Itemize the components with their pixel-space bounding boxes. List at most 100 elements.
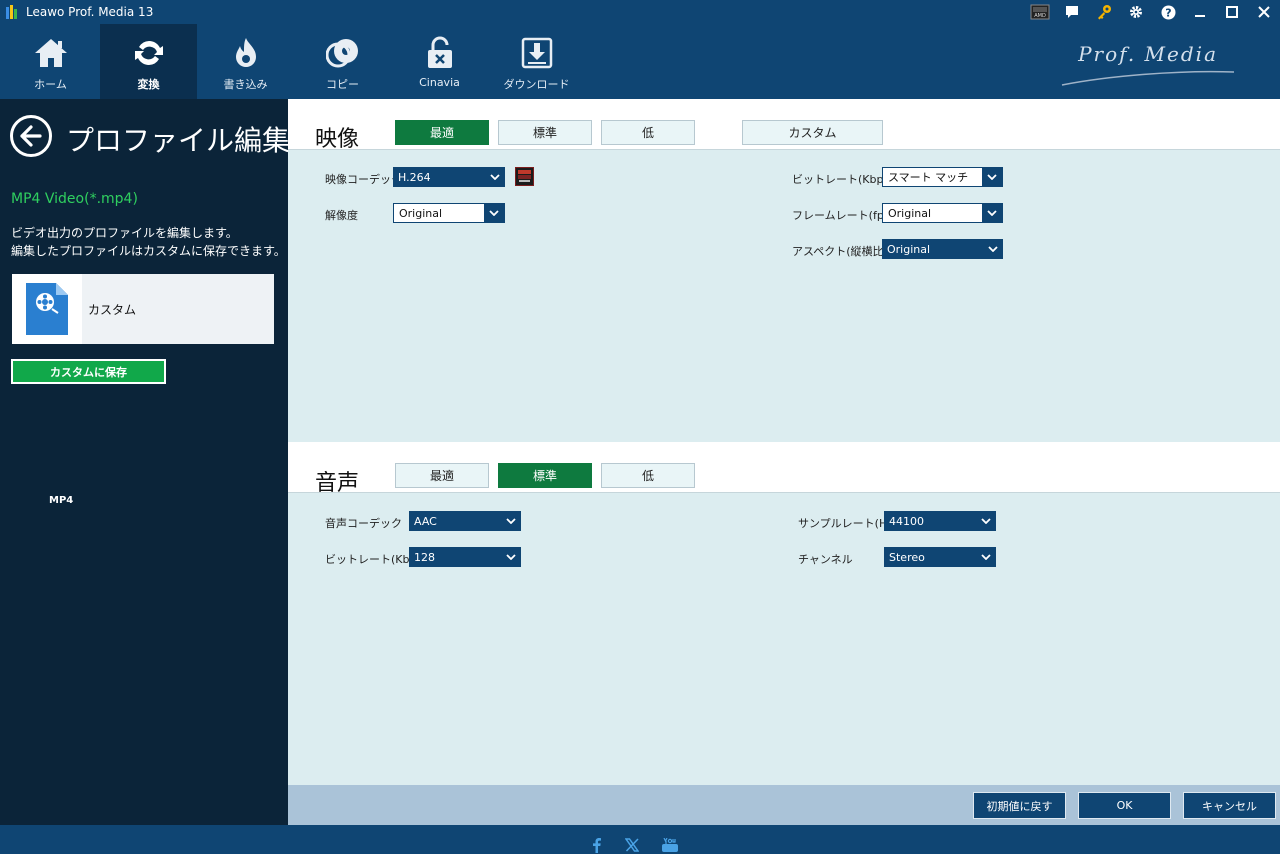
cinavia-icon <box>425 36 455 70</box>
video-preset-standard[interactable]: 標準 <box>498 120 592 145</box>
audio-section-header: 音声 最適 標準 低 <box>288 442 1280 496</box>
amd-accel-icon <box>515 167 534 186</box>
audio-codec-value: AAC <box>414 514 437 528</box>
ok-button[interactable]: OK <box>1078 792 1171 819</box>
help-icon[interactable]: ? <box>1152 0 1184 24</box>
video-custom-button[interactable]: カスタム <box>742 120 883 145</box>
profile-card[interactable]: MP4 カスタム <box>12 274 274 506</box>
feedback-icon[interactable] <box>1056 0 1088 24</box>
audio-codec-label: 音声コーデック <box>325 517 402 530</box>
description-line: ビデオ出力のプロファイルを編集します。 <box>11 226 238 240</box>
samplerate-value: 44100 <box>889 514 924 528</box>
video-preset-low[interactable]: 低 <box>601 120 695 145</box>
framerate-dropdown[interactable]: Original <box>882 203 1003 223</box>
save-custom-button[interactable]: カスタムに保存 <box>11 359 166 384</box>
key-icon[interactable] <box>1088 0 1120 24</box>
profile-label: カスタム <box>88 302 137 317</box>
chevron-down-icon <box>982 168 1002 186</box>
mp4-file-icon: MP4 <box>12 274 82 506</box>
aspect-dropdown[interactable]: Original <box>882 239 1003 259</box>
nav-cinavia[interactable]: Cinavia <box>391 24 488 99</box>
dialog-footer: 初期値に戻す OK キャンセル <box>288 785 1280 825</box>
main-nav: ホーム 変換 書き込み コピー Cinavia ダウンロード Prof. Med… <box>0 24 1280 99</box>
resolution-dropdown[interactable]: Original <box>393 203 505 223</box>
chevron-down-icon <box>501 511 521 531</box>
framerate-value: Original <box>888 206 932 220</box>
facebook-icon[interactable] <box>590 837 602 853</box>
page-title: プロファイル編集 <box>66 124 291 157</box>
audio-codec-dropdown[interactable]: AAC <box>409 511 521 531</box>
aspect-value: Original <box>887 242 931 256</box>
nav-label: Cinavia <box>419 76 460 89</box>
nav-label: 変換 <box>137 78 160 91</box>
audio-bitrate-dropdown[interactable]: 128 <box>409 547 521 567</box>
video-preset-best[interactable]: 最適 <box>395 120 489 145</box>
chevron-down-icon <box>501 547 521 567</box>
nav-download[interactable]: ダウンロード <box>488 24 585 99</box>
video-section-header: 映像 最適 標準 低 カスタム <box>288 99 1280 152</box>
minimize-icon[interactable] <box>1184 0 1216 24</box>
youtube-icon[interactable] <box>661 837 679 853</box>
nav-convert[interactable]: 変換 <box>100 24 197 99</box>
aspect-label: アスペクト(縦横比) <box>792 245 888 258</box>
chevron-down-icon <box>976 511 996 531</box>
svg-text:AMD: AMD <box>1034 13 1046 19</box>
channel-value: Stereo <box>889 550 925 564</box>
video-bitrate-value: スマート マッチ <box>888 171 969 184</box>
channel-dropdown[interactable]: Stereo <box>884 547 996 567</box>
x-twitter-icon[interactable] <box>624 837 640 853</box>
app-logo-icon <box>6 5 20 19</box>
nav-label: ダウンロード <box>503 78 570 91</box>
chevron-down-icon <box>976 547 996 567</box>
maximize-icon[interactable] <box>1216 0 1248 24</box>
cancel-button[interactable]: キャンセル <box>1183 792 1276 819</box>
arrow-left-icon <box>20 125 42 147</box>
divider <box>288 149 1280 150</box>
chevron-down-icon <box>983 239 1003 259</box>
chevron-down-icon <box>982 204 1002 222</box>
video-codec-label: 映像コーデック <box>325 173 402 186</box>
video-codec-value: H.264 <box>398 170 431 184</box>
nav-burn[interactable]: 書き込み <box>197 24 294 99</box>
sidebar: プロファイル編集 MP4 Video(*.mp4) ビデオ出力のプロファイルを編… <box>0 99 291 825</box>
audio-preset-best[interactable]: 最適 <box>395 463 489 488</box>
gear-icon[interactable] <box>1120 0 1152 24</box>
close-icon[interactable] <box>1248 0 1280 24</box>
copy-icon <box>325 36 360 70</box>
audio-preset-standard[interactable]: 標準 <box>498 463 592 488</box>
back-button[interactable] <box>10 115 52 157</box>
channel-label: チャンネル <box>798 553 853 566</box>
nav-label: コピー <box>326 78 359 91</box>
svg-text:?: ? <box>1165 6 1171 19</box>
convert-icon <box>133 36 165 70</box>
description-line: 編集したプロファイルはカスタムに保存できます。 <box>11 244 286 258</box>
burn-icon <box>230 36 262 70</box>
video-codec-dropdown[interactable]: H.264 <box>393 167 505 187</box>
format-name: MP4 Video(*.mp4) <box>11 191 138 207</box>
video-bitrate-dropdown[interactable]: スマート マッチ <box>882 167 1003 187</box>
brand-logo: Prof. Media <box>1058 40 1238 90</box>
resolution-value: Original <box>399 206 443 220</box>
nav-home[interactable]: ホーム <box>2 24 99 99</box>
reset-defaults-button[interactable]: 初期値に戻す <box>973 792 1066 819</box>
social-bar <box>0 825 1280 854</box>
video-bitrate-label: ビットレート(Kbps) <box>792 173 894 186</box>
main-panel: 映像 最適 標準 低 カスタム 映像コーデック H.264 解像度 Origin… <box>288 99 1280 825</box>
audio-preset-low[interactable]: 低 <box>601 463 695 488</box>
resolution-label: 解像度 <box>325 209 358 222</box>
description: ビデオ出力のプロファイルを編集します。 編集したプロファイルはカスタムに保存でき… <box>11 224 286 260</box>
download-icon <box>521 36 553 70</box>
divider <box>288 492 1280 493</box>
audio-bitrate-value: 128 <box>414 550 435 564</box>
amd-icon[interactable]: AMD <box>1024 0 1056 24</box>
samplerate-dropdown[interactable]: 44100 <box>884 511 996 531</box>
chevron-down-icon <box>484 204 504 222</box>
framerate-label: フレームレート(fps) <box>792 209 894 222</box>
nav-copy[interactable]: コピー <box>294 24 391 99</box>
home-icon <box>33 36 69 70</box>
nav-label: 書き込み <box>223 78 268 91</box>
title-bar: Leawo Prof. Media 13 AMD ? <box>0 0 1280 24</box>
samplerate-label: サンプルレート(Hz) <box>798 517 898 530</box>
mp4-badge: MP4 <box>49 495 74 506</box>
chevron-down-icon <box>485 167 505 187</box>
